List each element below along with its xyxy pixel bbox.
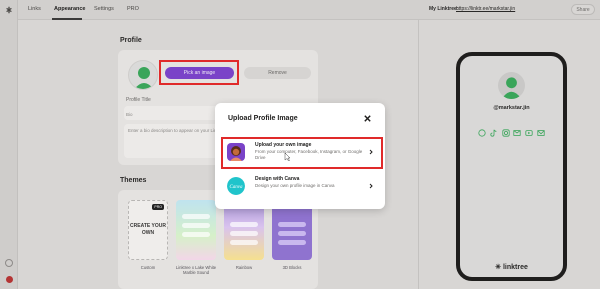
preview-handle: @markstar.jin bbox=[493, 105, 530, 111]
pick-image-highlight bbox=[159, 60, 239, 85]
svg-text:Canva: Canva bbox=[229, 185, 243, 190]
user-silhouette-icon bbox=[134, 67, 154, 89]
theme-rainbow[interactable] bbox=[224, 200, 264, 260]
design-with-canva-option[interactable]: Canva Design with Canva Design your own … bbox=[223, 173, 377, 200]
profile-title-label: Profile Title bbox=[126, 97, 151, 103]
linktree-brand: ✳ linktree bbox=[460, 263, 563, 271]
theme-label-3d-blocks: 3D Blocks bbox=[282, 265, 302, 270]
theme-label-custom: Custom bbox=[140, 265, 156, 270]
modal-title: Upload Profile Image bbox=[228, 115, 298, 122]
linktree-url-link[interactable]: https://linktr.ee/markstar.jin bbox=[456, 6, 515, 12]
tab-appearance[interactable]: Appearance bbox=[54, 6, 86, 12]
linktree-logo-icon[interactable] bbox=[5, 6, 13, 14]
themes-section-title: Themes bbox=[120, 177, 147, 184]
share-button[interactable]: Share bbox=[571, 4, 595, 15]
remove-image-button[interactable]: Remove bbox=[244, 67, 311, 79]
mouse-cursor-icon bbox=[284, 153, 290, 161]
theme-label-lake: Linktree x Lake White Marble Sound bbox=[175, 265, 217, 275]
phone-preview: @markstar.jin ✳ linktree bbox=[456, 52, 567, 281]
canva-logo-icon: Canva bbox=[227, 177, 245, 195]
preview-divider bbox=[418, 20, 419, 289]
theme-label-rainbow: Rainbow bbox=[235, 265, 253, 270]
top-nav: Links Appearance Settings PRO My Linktre… bbox=[18, 0, 600, 20]
theme-custom[interactable]: PRO CREATE YOUR OWN bbox=[128, 200, 168, 260]
tab-pro[interactable]: PRO bbox=[127, 6, 139, 12]
linktree-mark-icon: ✳ bbox=[495, 264, 501, 271]
bio-placeholder: Enter a bio description to appear on you… bbox=[128, 128, 227, 133]
user-silhouette-icon bbox=[501, 77, 522, 99]
theme-lake-white[interactable] bbox=[176, 200, 216, 260]
account-avatar[interactable] bbox=[6, 276, 13, 283]
left-rail bbox=[0, 0, 18, 289]
theme-3d-blocks[interactable] bbox=[272, 200, 312, 260]
email-icon bbox=[513, 130, 521, 136]
create-your-own-text: CREATE YOUR OWN bbox=[130, 223, 166, 236]
canva-option-description: Design your own profile image in Canva bbox=[255, 183, 335, 188]
close-icon[interactable] bbox=[363, 114, 372, 123]
canva-option-title: Design with Canva bbox=[255, 176, 300, 182]
tab-links[interactable]: Links bbox=[28, 6, 41, 12]
chevron-right-icon bbox=[369, 183, 373, 189]
mail-icon bbox=[537, 130, 545, 136]
linktree-label: My Linktree: bbox=[429, 6, 459, 12]
profile-section-title: Profile bbox=[120, 37, 142, 44]
instagram-icon bbox=[501, 129, 510, 137]
youtube-icon bbox=[525, 130, 533, 136]
social-icons-row bbox=[478, 129, 545, 137]
preview-avatar bbox=[498, 72, 525, 99]
help-icon[interactable] bbox=[5, 259, 13, 267]
profile-avatar bbox=[128, 60, 158, 90]
brand-label: linktree bbox=[502, 264, 528, 271]
bio-label: Bio bbox=[126, 112, 133, 117]
tab-settings[interactable]: Settings bbox=[94, 6, 114, 12]
threads-icon bbox=[478, 129, 486, 137]
upload-option-highlight bbox=[221, 137, 383, 169]
pro-badge: PRO bbox=[152, 204, 164, 210]
tiktok-icon bbox=[490, 129, 497, 137]
